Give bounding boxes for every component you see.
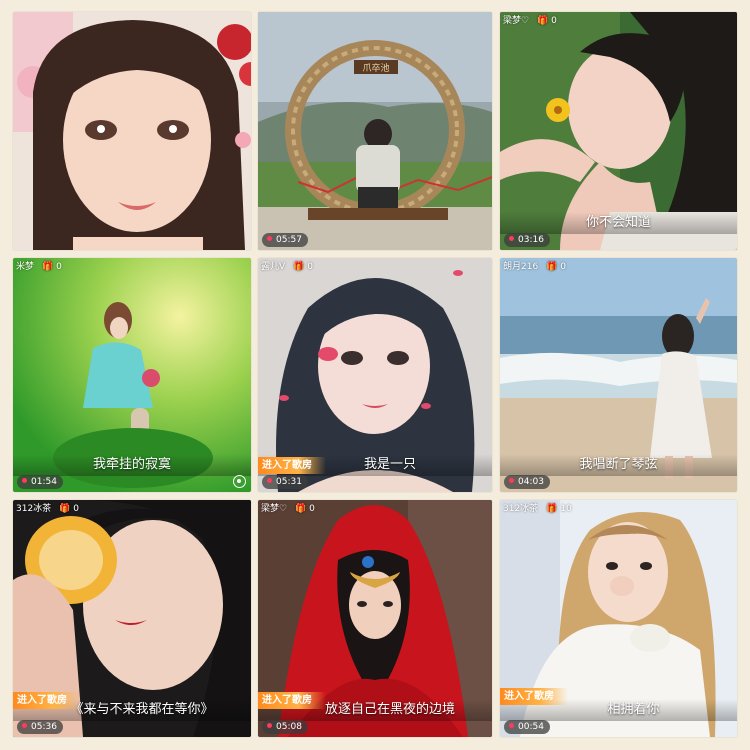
gift-count: 0 [309, 504, 315, 514]
tile-header: 梁梦♡ 🎁 0 [503, 14, 557, 28]
duration-badge: 05:57 [262, 233, 308, 247]
username: 朗月216 [503, 262, 539, 272]
video-tile[interactable]: 梁梦♡ 🎁 0 进入了歌房 放逐自己在黑夜的边境 05:08 [258, 500, 492, 737]
lyric-caption: 我唱断了琴弦 [579, 457, 658, 472]
duration-text: 05:08 [276, 722, 302, 732]
lyric-caption: 你不会知道 [585, 215, 651, 230]
tile-header: 梁梦♡ 🎁 0 [261, 502, 315, 516]
video-tile[interactable]: 312冰茶 🎁 0 进入了歌房 《来与不来我都在等你》 05:36 [13, 500, 251, 737]
record-dot-icon [267, 236, 272, 241]
duration-text: 00:54 [518, 722, 544, 732]
video-tile[interactable]: 露儿V 🎁 0 进入了歌房 我是一只 05:31 [258, 258, 492, 492]
record-dot-icon [509, 723, 514, 728]
record-dot-icon [22, 478, 27, 483]
tile-header: 朗月216 🎁 0 [503, 260, 566, 274]
gift-count: 0 [560, 262, 567, 272]
duration-badge: 05:31 [262, 475, 308, 489]
username: 312冰茶 [503, 504, 539, 514]
duration-text: 03:16 [518, 235, 544, 245]
gift-icon: 🎁 [546, 504, 558, 514]
video-tile[interactable]: 312冰茶 🎁 10 进入了歌房 相拥着你 00:54 [500, 500, 737, 737]
tile-header: 312冰茶 🎁 0 [16, 502, 79, 516]
tile-header: 露儿V 🎁 0 [261, 260, 313, 274]
video-tile[interactable] [13, 12, 251, 250]
gift-icon: 🎁 [295, 504, 307, 514]
record-dot-icon [267, 478, 272, 483]
username: 梁梦♡ [261, 504, 288, 514]
location-icon[interactable] [233, 475, 246, 488]
duration-text: 04:03 [518, 477, 544, 487]
gift-icon: 🎁 [293, 262, 305, 272]
duration-badge: 05:36 [17, 720, 63, 734]
gift-icon: 🎁 [537, 16, 549, 26]
record-dot-icon [509, 236, 514, 241]
video-tile[interactable]: 爪卒池 05:57 [258, 12, 492, 250]
duration-badge: 04:03 [504, 475, 550, 489]
username: 312冰茶 [16, 504, 52, 514]
record-dot-icon [509, 478, 514, 483]
duration-text: 01:54 [31, 477, 57, 487]
record-dot-icon [22, 723, 27, 728]
lyric-caption: 相拥着你 [607, 702, 660, 717]
username: 梁梦♡ [503, 16, 530, 26]
gift-count: 0 [73, 504, 80, 514]
duration-text: 05:57 [276, 235, 302, 245]
duration-text: 05:36 [31, 722, 57, 732]
video-grid: 爪卒池 05:57 梁梦♡ 🎁 0 你不会知道 03:16 米梦 🎁 0 我牵挂… [0, 0, 750, 750]
gift-icon: 🎁 [42, 262, 54, 272]
duration-badge: 00:54 [504, 720, 550, 734]
sign-text: 爪卒池 [362, 62, 389, 74]
video-tile[interactable]: 朗月216 🎁 0 我唱断了琴弦 04:03 [500, 258, 737, 492]
lyric-caption: 我牵挂的寂寞 [92, 457, 171, 472]
gift-count: 0 [307, 262, 313, 272]
video-tile[interactable]: 梁梦♡ 🎁 0 你不会知道 03:16 [500, 12, 737, 250]
username: 露儿V [261, 262, 286, 272]
duration-badge: 01:54 [17, 475, 63, 489]
duration-badge: 05:08 [262, 720, 308, 734]
tile-thumbnail: 爪卒池 [258, 12, 492, 250]
gift-count: 0 [56, 262, 62, 272]
gift-count: 10 [560, 504, 572, 514]
duration-text: 05:31 [276, 477, 302, 487]
gift-count: 0 [551, 16, 557, 26]
tile-header: 312冰茶 🎁 10 [503, 502, 572, 516]
duration-badge: 03:16 [504, 233, 550, 247]
username: 米梦 [16, 262, 35, 272]
lyric-caption: 《来与不来我都在等你》 [70, 702, 214, 717]
gift-icon: 🎁 [546, 262, 558, 272]
record-dot-icon [267, 723, 272, 728]
tile-header: 米梦 🎁 0 [16, 260, 62, 274]
gift-icon: 🎁 [59, 504, 71, 514]
tile-thumbnail [13, 12, 251, 250]
lyric-caption: 我是一只 [363, 457, 416, 472]
lyric-caption: 放逐自己在黑夜的边境 [324, 702, 455, 717]
video-tile[interactable]: 米梦 🎁 0 我牵挂的寂寞 01:54 [13, 258, 251, 492]
